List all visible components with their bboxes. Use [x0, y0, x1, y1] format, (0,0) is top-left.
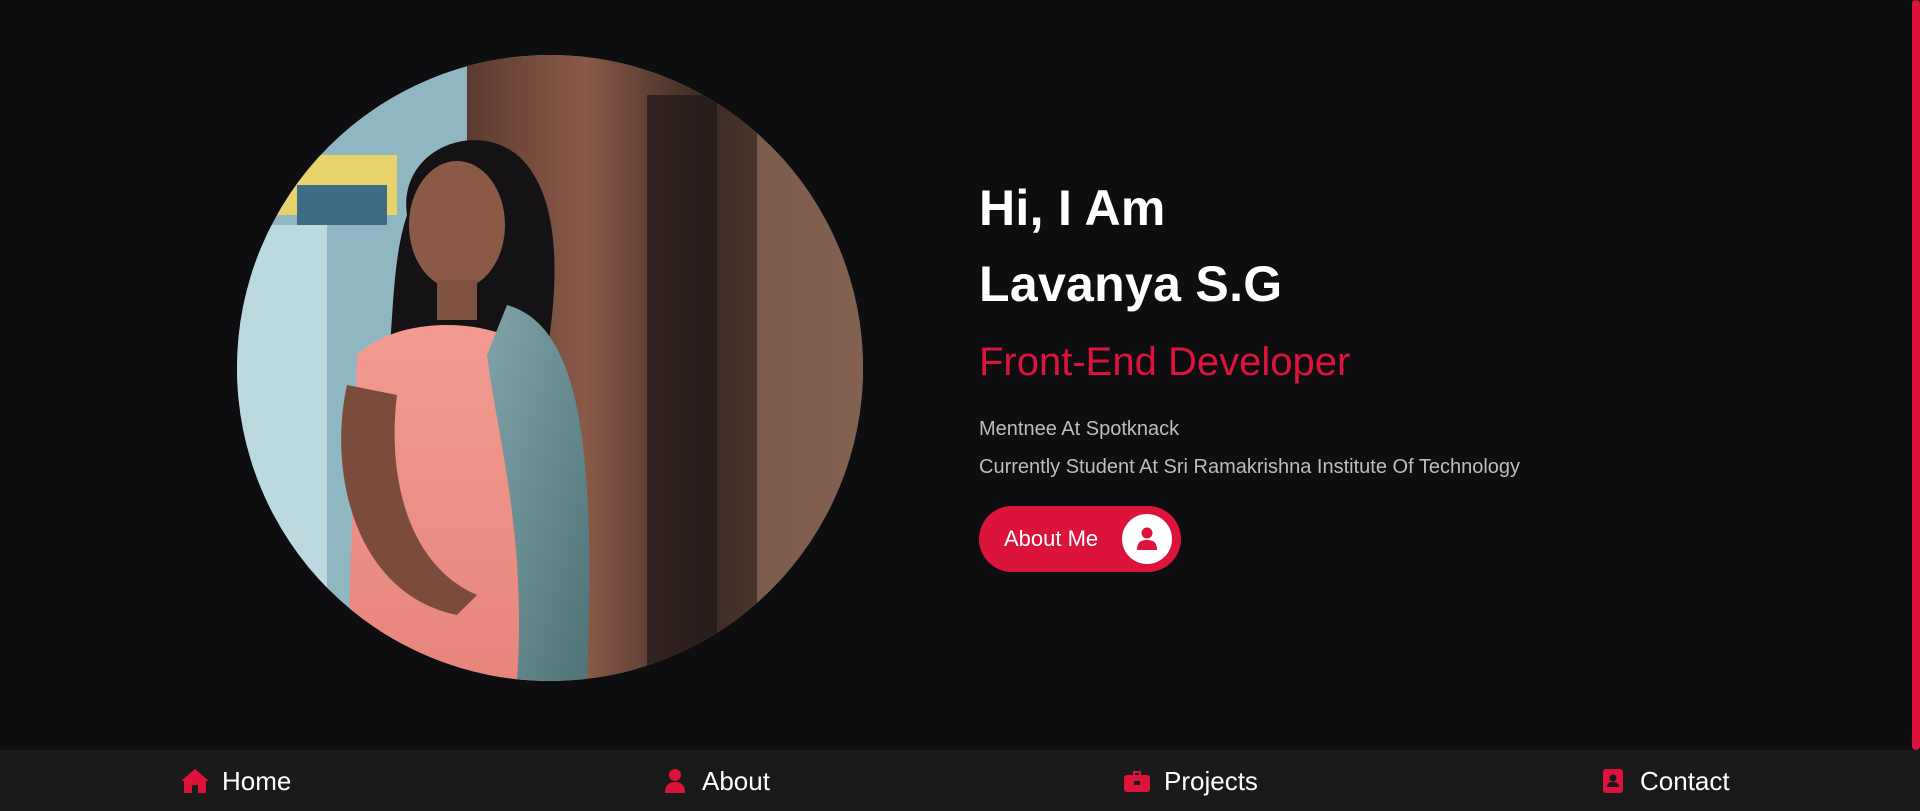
- role-title: Front-End Developer: [979, 340, 1351, 384]
- nav-item-about[interactable]: About: [660, 764, 770, 798]
- nav-item-contact[interactable]: Contact: [1598, 764, 1730, 798]
- name-heading: Lavanya S.G: [979, 256, 1283, 312]
- nav-item-home[interactable]: Home: [180, 764, 291, 798]
- info-line-student: Currently Student At Sri Ramakrishna Ins…: [979, 456, 1521, 478]
- bottom-nav: Home About Projects Contact: [0, 750, 1920, 811]
- info-block: Mentnee At Spotknack Currently Student A…: [979, 410, 1679, 486]
- user-icon: [1122, 514, 1172, 564]
- address-book-icon: [1598, 767, 1628, 795]
- about-me-button[interactable]: About Me: [979, 506, 1181, 572]
- nav-label-home: Home: [222, 765, 292, 796]
- info-line-mentee: Mentnee At Spotknack: [979, 418, 1180, 440]
- scrollbar-track[interactable]: [1910, 0, 1920, 750]
- hero-text: Hi, I Am Lavanya S.G Front-End Developer…: [979, 170, 1679, 486]
- nav-item-projects[interactable]: Projects: [1122, 764, 1258, 798]
- profile-photo: [237, 55, 863, 681]
- user-icon: [660, 767, 690, 795]
- home-icon: [180, 767, 210, 795]
- portfolio-page: Hi, I Am Lavanya S.G Front-End Developer…: [0, 0, 1920, 811]
- nav-label-about: About: [702, 765, 770, 796]
- nav-label-projects: Projects: [1164, 765, 1258, 796]
- greeting-line-1: Hi, I Am: [979, 180, 1166, 236]
- scrollbar-thumb[interactable]: [1912, 0, 1920, 750]
- briefcase-icon: [1122, 767, 1152, 795]
- about-me-button-label: About Me: [1004, 526, 1099, 551]
- nav-label-contact: Contact: [1640, 765, 1730, 796]
